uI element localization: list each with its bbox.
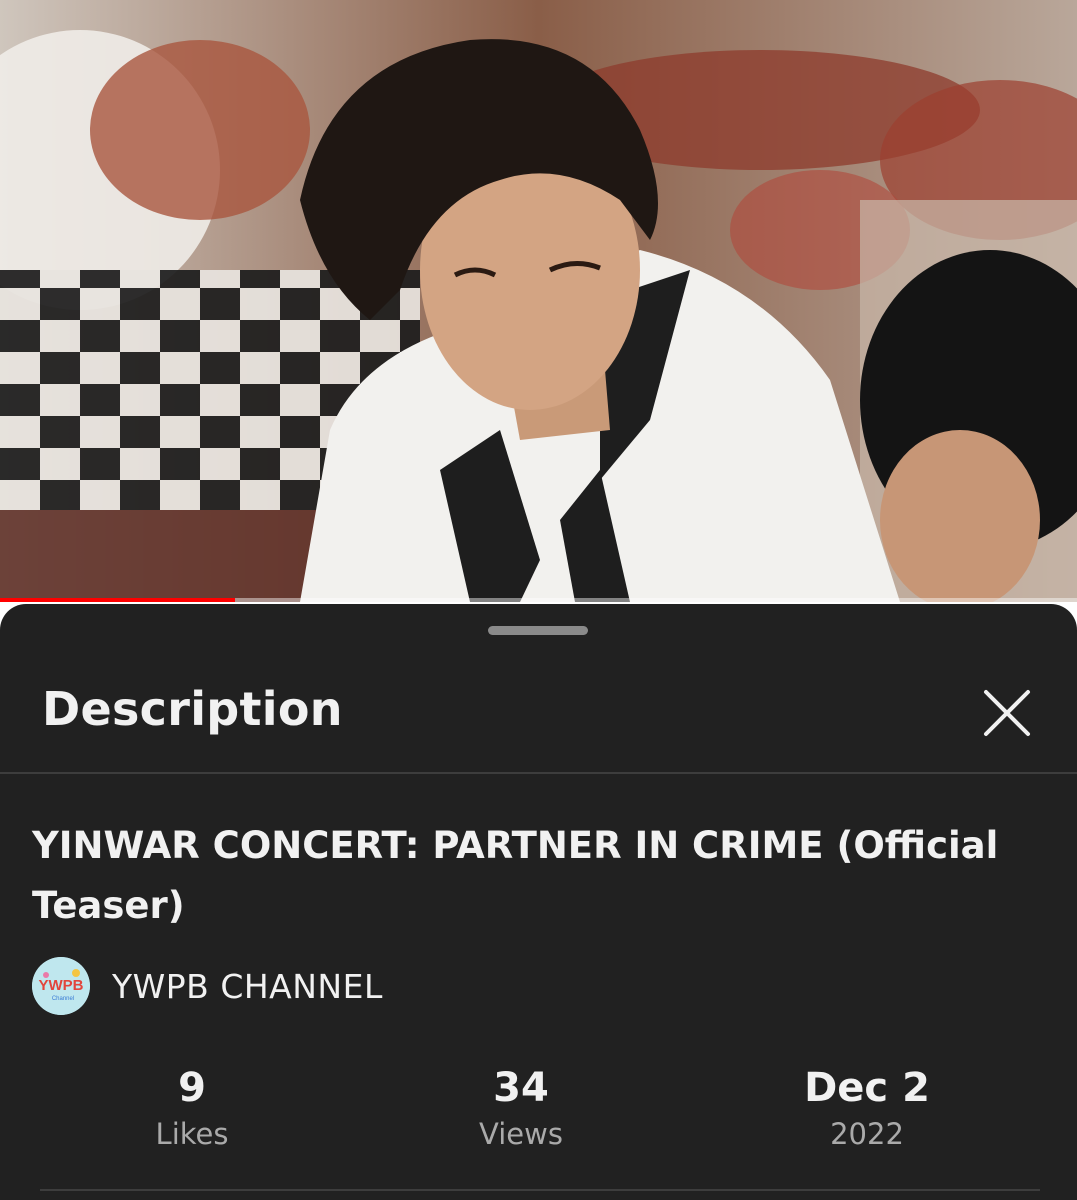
likes-label: Likes [155,1117,229,1151]
likes-stat: 9 Likes [92,1062,292,1154]
video-frame [0,0,1077,602]
channel-logo: YWPB Channel [32,957,90,1015]
svg-text:Channel: Channel [52,996,74,1002]
video-progress-bar[interactable] [0,598,1077,602]
likes-count: 9 [178,1065,206,1111]
video-title: YINWAR CONCERT: PARTNER IN CRIME (Offici… [32,824,999,927]
drag-handle[interactable] [488,626,588,635]
video-progress-fill [0,598,235,602]
close-button[interactable] [978,684,1036,742]
views-label: Views [479,1117,563,1151]
svg-text:YWPB: YWPB [39,977,84,994]
close-icon [984,690,1030,736]
channel-name[interactable]: YWPB CHANNEL [112,967,383,1006]
header-divider [0,772,1077,774]
panel-title: Description [42,682,343,736]
description-panel: Description YINWAR CONCERT: PARTNER IN C… [0,604,1077,1200]
publish-year: 2022 [830,1117,904,1151]
video-player[interactable] [0,0,1077,602]
stats-divider [40,1189,1040,1191]
views-stat: 34 Views [421,1062,621,1154]
publish-date: Dec 2 [804,1065,930,1111]
channel-avatar[interactable]: YWPB Channel [32,957,90,1015]
channel-link[interactable]: YWPB Channel YWPB CHANNEL [32,956,383,1016]
views-count: 34 [493,1065,549,1111]
publish-date-stat: Dec 2 2022 [767,1062,967,1154]
